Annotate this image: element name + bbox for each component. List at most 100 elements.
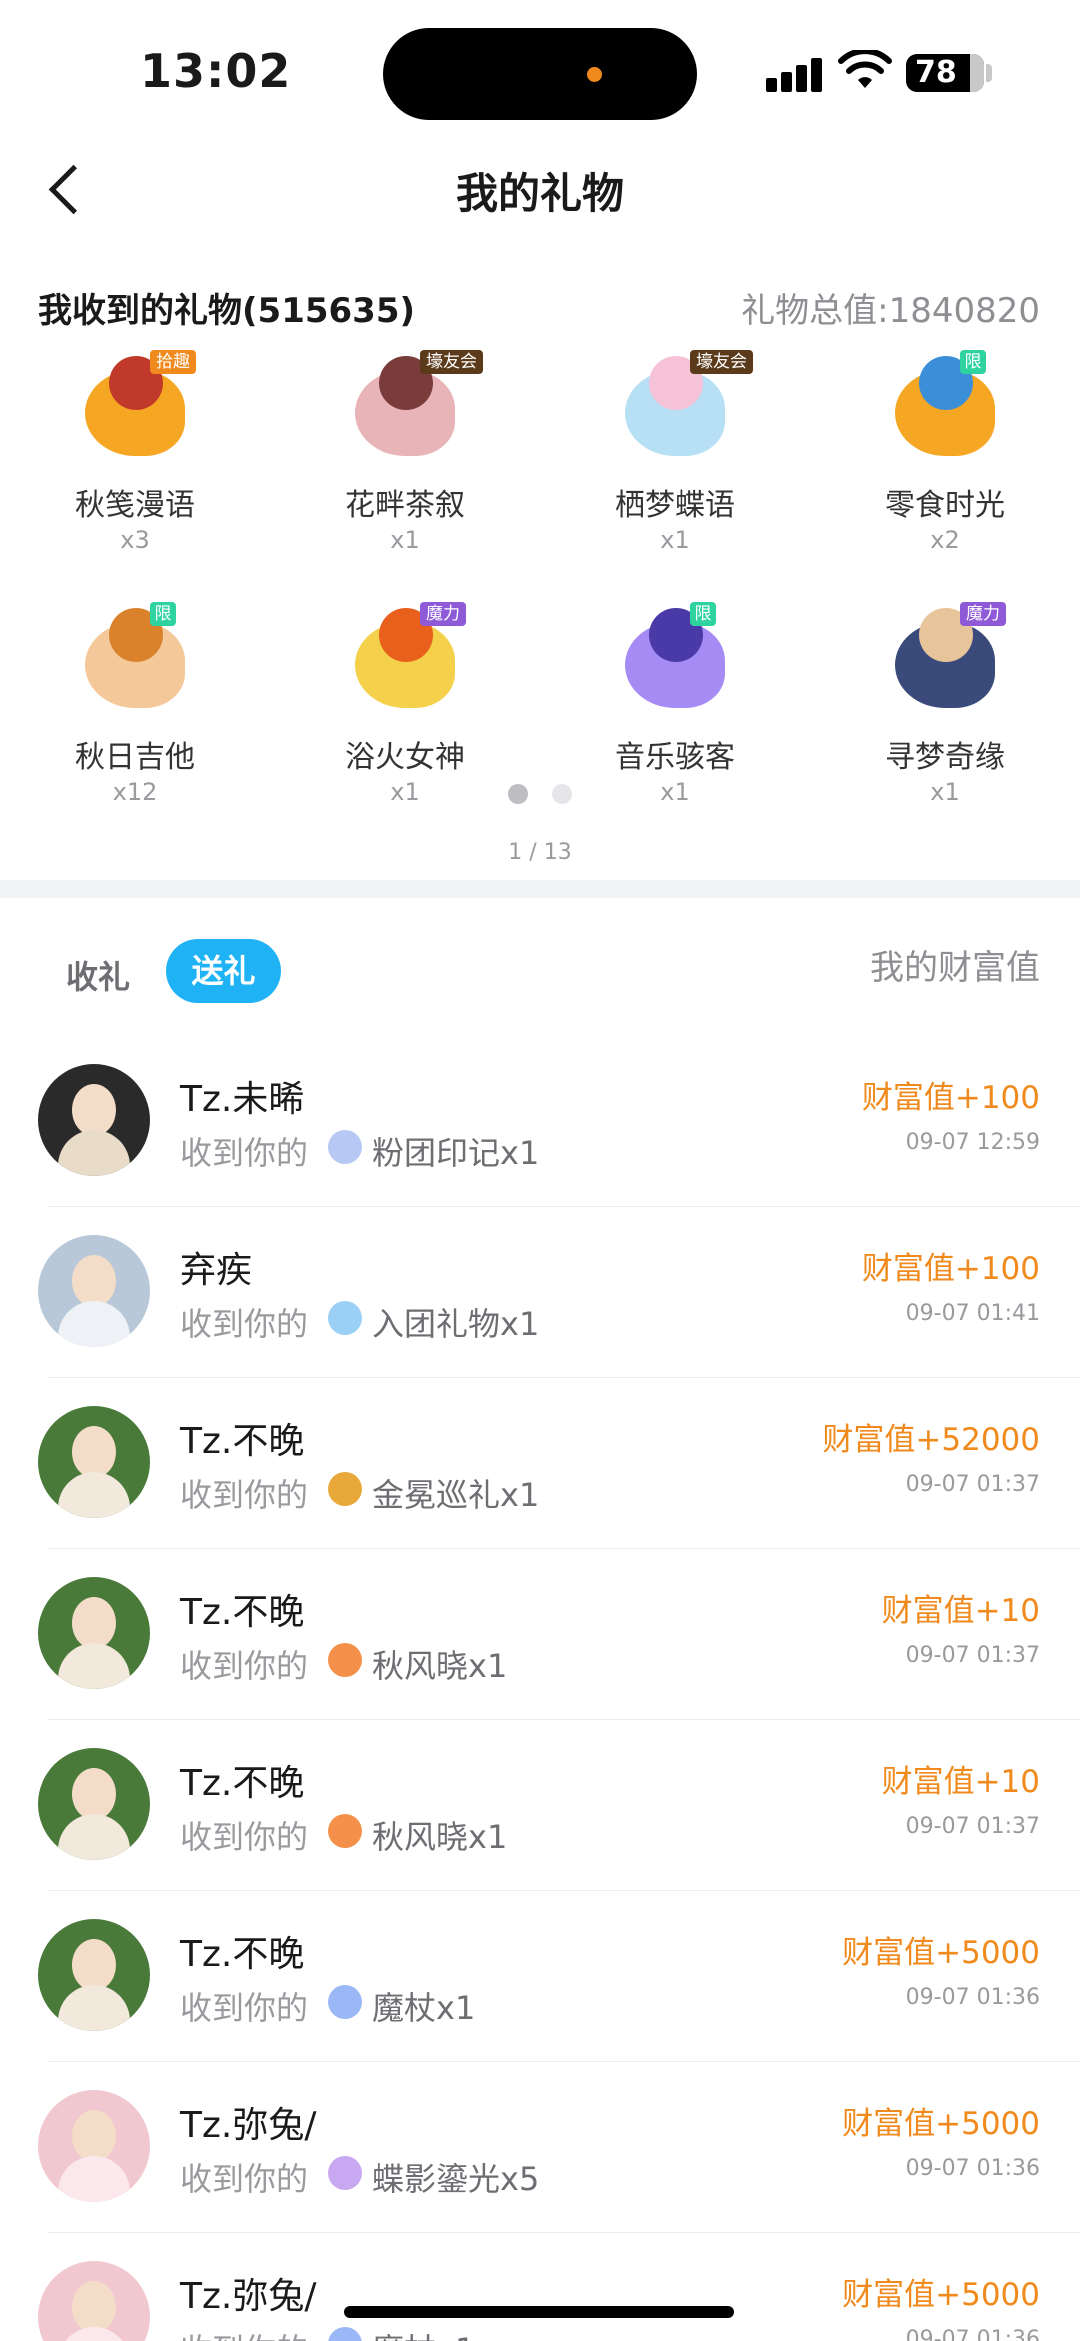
gift-count: x1 — [660, 778, 690, 806]
gift-icon — [328, 2156, 362, 2190]
gift-icon — [328, 1472, 362, 1506]
record-time: 09-07 12:59 — [905, 1130, 1040, 1155]
record-gift-name: 秋风晓x1 — [372, 1647, 508, 1685]
gift-item[interactable]: 魔力寻梦奇缘 x1 — [810, 592, 1080, 832]
gift-count: x3 — [120, 526, 150, 554]
gift-tag-badge: 壕友会 — [690, 350, 753, 374]
gift-icon — [328, 1130, 362, 1164]
status-time: 13:02 — [140, 44, 292, 98]
status-bar: 13:02 78 — [0, 0, 1080, 130]
record-gift-name: 入团礼物x1 — [372, 1305, 540, 1343]
gift-tag-badge: 限 — [690, 602, 716, 626]
gift-count: x2 — [930, 526, 960, 554]
record-time: 09-07 01:41 — [905, 1301, 1040, 1326]
gift-item[interactable]: 限音乐骇客 x1 — [540, 592, 810, 832]
gift-name: 寻梦奇缘 — [885, 740, 1005, 775]
gift-item[interactable]: 壕友会花畔茶叙 x1 — [270, 340, 540, 580]
record-row[interactable]: Tz.不晚 收到你的 秋风晓x1 财富值+10 09-07 01:37 — [0, 1720, 1080, 1891]
record-gift-name: 金冕巡礼x1 — [372, 1476, 540, 1514]
wealth-value: 财富值+100 — [861, 1080, 1040, 1116]
record-prefix: 收到你的 — [180, 1134, 309, 1172]
gift-name: 秋笺漫语 — [75, 488, 195, 523]
gift-name: 零食时光 — [885, 488, 1005, 523]
user-name: Tz.不晚 — [180, 1763, 305, 1804]
record-time: 09-07 01:36 — [905, 2156, 1040, 2181]
gift-name: 栖梦蝶语 — [615, 488, 735, 523]
page-counter: 1 / 13 — [508, 840, 572, 865]
record-time: 09-07 01:36 — [905, 2327, 1040, 2341]
gift-count: x1 — [930, 778, 960, 806]
record-time: 09-07 01:37 — [905, 1643, 1040, 1668]
record-prefix: 收到你的 — [180, 2160, 309, 2198]
avatar[interactable] — [38, 2090, 150, 2202]
record-gift-name: 粉团印记x1 — [372, 1134, 540, 1172]
user-name: Tz.不晚 — [180, 1934, 305, 1975]
record-time: 09-07 01:37 — [905, 1814, 1040, 1839]
wealth-value: 财富值+5000 — [842, 2277, 1040, 2313]
battery-level: 78 — [915, 55, 957, 90]
record-row[interactable]: Tz.不晚 收到你的 秋风晓x1 财富值+10 09-07 01:37 — [0, 1549, 1080, 1720]
gift-count: x1 — [390, 526, 420, 554]
gift-count: x12 — [112, 778, 158, 806]
tab-receive[interactable]: 收礼 — [66, 952, 130, 998]
gift-tag-badge: 限 — [960, 350, 986, 374]
gift-icon — [328, 1301, 362, 1335]
user-name: Tz.未晞 — [180, 1079, 305, 1120]
home-indicator[interactable] — [344, 2306, 734, 2318]
avatar[interactable] — [38, 1064, 150, 1176]
avatar[interactable] — [38, 1919, 150, 2031]
gift-item[interactable]: 拾趣秋笺漫语 x3 — [0, 340, 270, 580]
tab-send[interactable]: 送礼 — [166, 939, 281, 1003]
gift-tag-badge: 壕友会 — [420, 350, 483, 374]
dynamic-island — [383, 28, 697, 120]
wifi-icon — [838, 50, 892, 88]
wealth-value: 财富值+100 — [861, 1251, 1040, 1287]
gift-tag-badge: 限 — [150, 602, 176, 626]
avatar[interactable] — [38, 2261, 150, 2341]
record-row[interactable]: Tz.未晞收到你的 粉团印记x1 财富值+100 09-07 12:59 — [0, 1036, 1080, 1207]
user-name: Tz.弥兔/ — [180, 2105, 317, 2146]
avatar[interactable] — [38, 1235, 150, 1347]
gift-count: x1 — [390, 778, 420, 806]
gift-tag-badge: 魔力 — [420, 602, 466, 626]
record-prefix: 收到你的 — [180, 1989, 309, 2027]
record-prefix: 收到你的 — [180, 1305, 309, 1343]
page-dot — [508, 784, 528, 804]
record-gift-name: 魔杖x1 — [372, 1989, 476, 2027]
record-gift-name: 蝶影鎏光x5 — [372, 2160, 540, 2198]
gift-item[interactable]: 魔力浴火女神 x1 — [270, 592, 540, 832]
record-gift-name: 秋风晓x1 — [372, 1818, 508, 1856]
gift-item[interactable]: 壕友会栖梦蝶语 x1 — [540, 340, 810, 580]
record-row[interactable]: Tz.不晚 收到你的 金冕巡礼x1 财富值+52000 09-07 01:37 — [0, 1378, 1080, 1549]
gift-total-value: 礼物总值:1840820 — [741, 291, 1040, 331]
record-prefix: 收到你的 — [180, 2325, 308, 2341]
gift-item[interactable]: 限秋日吉他 x12 — [0, 592, 270, 832]
record-prefix: 收到你的 — [180, 1476, 309, 1514]
gift-name: 浴火女神 — [345, 740, 465, 775]
section-divider — [0, 880, 1080, 898]
gift-name: 音乐骇客 — [615, 740, 735, 775]
gift-name: 花畔茶叙 — [345, 488, 465, 523]
record-row[interactable]: Tz.弥兔/收到你的 魔杖x1 财富值+5000 09-07 01:36 — [0, 2233, 1080, 2341]
gift-icon — [328, 1985, 362, 2019]
record-row[interactable]: Tz.不晚 收到你的 魔杖x1 财富值+5000 09-07 01:36 — [0, 1891, 1080, 2062]
gift-tag-badge: 拾趣 — [150, 350, 196, 374]
my-wealth-link[interactable]: 我的财富值 — [870, 940, 1040, 989]
wealth-value: 财富值+5000 — [842, 2106, 1040, 2142]
user-name: Tz.不晚 — [180, 1592, 305, 1633]
avatar[interactable] — [38, 1577, 150, 1689]
gift-icon — [328, 2327, 362, 2341]
gift-icon — [328, 1814, 362, 1848]
gift-icon — [328, 1643, 362, 1677]
gift-item[interactable]: 限零食时光 x2 — [810, 340, 1080, 580]
gift-page: 13:02 78 我的礼物 我收到的礼物(515635) 礼物总值:184082… — [0, 0, 1080, 2341]
gift-image — [75, 602, 195, 714]
avatar[interactable] — [38, 1406, 150, 1518]
user-name: 弃疾 — [180, 1250, 253, 1291]
avatar[interactable] — [38, 1748, 150, 1860]
gift-tag-badge: 魔力 — [960, 602, 1006, 626]
gift-count: x1 — [660, 526, 690, 554]
record-row[interactable]: Tz.弥兔/收到你的 蝶影鎏光x5 财富值+5000 09-07 01:36 — [0, 2062, 1080, 2233]
record-row[interactable]: 弃疾收到你的 入团礼物x1 财富值+100 09-07 01:41 — [0, 1207, 1080, 1378]
page-dot — [552, 784, 572, 804]
